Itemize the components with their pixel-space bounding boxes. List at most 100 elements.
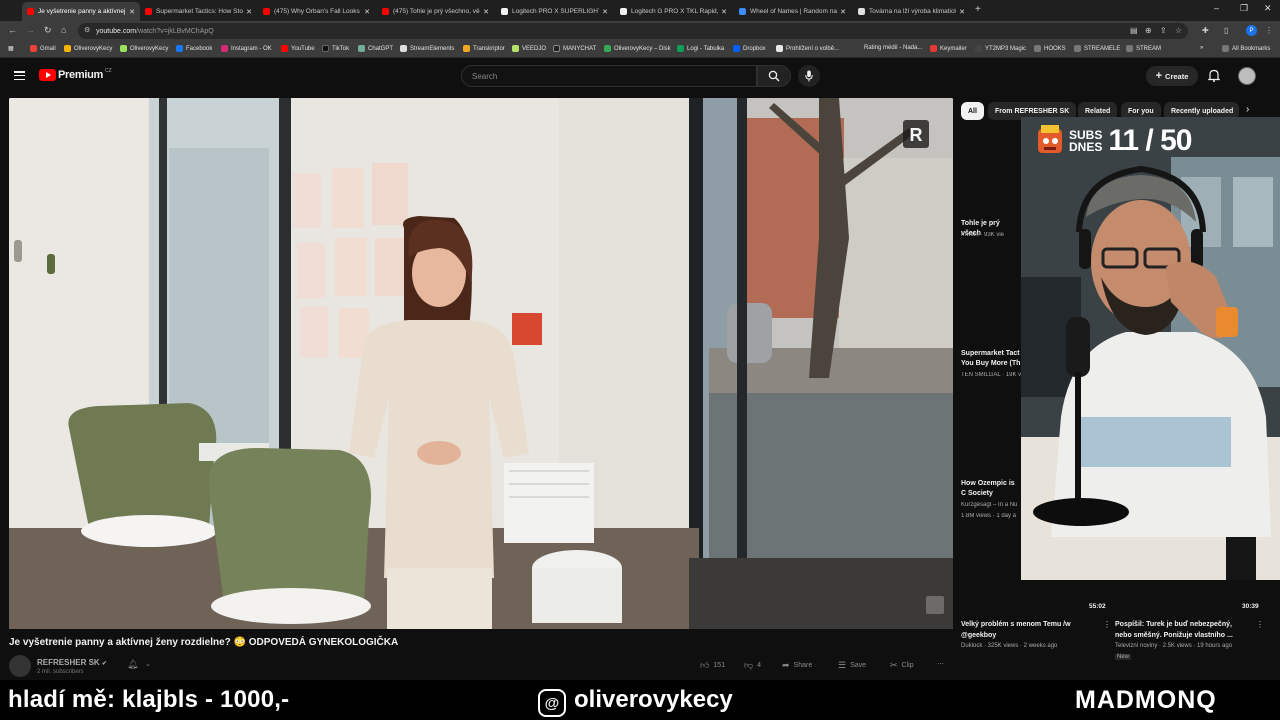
subs-counter: SUBS DNES 11 / 50: [1034, 124, 1192, 158]
bookmark-item[interactable]: Gmail: [30, 45, 56, 52]
bookmark-label: Facebook: [186, 45, 213, 52]
dislike-button[interactable]: 👎︎ 4: [744, 660, 761, 671]
profile-avatar[interactable]: P: [1246, 25, 1257, 36]
bookmark-star-icon[interactable]: ☆: [1175, 26, 1182, 35]
close-window-icon[interactable]: ✕: [1264, 3, 1272, 14]
chevron-down-icon[interactable]: ⌄: [145, 660, 151, 668]
apps-icon[interactable]: ▦: [8, 45, 14, 52]
chip-all[interactable]: All: [961, 102, 984, 120]
close-tab-icon[interactable]: ✕: [840, 8, 846, 16]
bookmark-item[interactable]: OliverovyKecy: [120, 45, 168, 52]
minimize-icon[interactable]: –: [1214, 3, 1219, 13]
browser-tab[interactable]: Logitech PRO X SUPERLIGHT 2 ✕: [496, 2, 613, 21]
extension-icon[interactable]: ▤: [1130, 26, 1138, 35]
browser-tab[interactable]: Supermarket Tactics: How Store ✕: [140, 2, 257, 21]
tab-title: Továrna na lží výroba klimatick: [869, 8, 957, 15]
home-icon[interactable]: ⌂: [61, 25, 66, 35]
folder-icon: [1034, 45, 1041, 52]
bookmark-item[interactable]: OliverovyKecy – Disk: [604, 45, 671, 52]
bookmark-label: STREAM: [1136, 45, 1162, 52]
youtube-favicon-icon: [145, 8, 152, 15]
related-video-title[interactable]: Velký problém s menom Temu /w @geekboy: [961, 619, 1099, 641]
new-tab-icon[interactable]: +: [975, 4, 981, 15]
related-video-title[interactable]: Supermarket Tact You Buy More (Th: [961, 349, 1021, 369]
video-player[interactable]: R: [9, 98, 953, 629]
clip-button[interactable]: ✂ Clip: [890, 660, 914, 671]
channel-avatar[interactable]: [9, 655, 31, 677]
chevron-right-icon[interactable]: ›: [1246, 104, 1249, 115]
thumbs-up-icon: 👍︎: [700, 660, 710, 670]
bookmark-item[interactable]: Dropbox: [733, 45, 766, 52]
more-actions-icon[interactable]: ⋯: [937, 660, 944, 668]
forward-icon[interactable]: →: [26, 25, 35, 35]
back-icon[interactable]: ←: [8, 25, 17, 35]
sheets-icon: [677, 45, 684, 52]
bookmark-item[interactable]: HOOKS: [1034, 45, 1066, 52]
bookmark-item[interactable]: Transkriptor: [463, 45, 505, 52]
bookmark-item[interactable]: YT2MP3 Magic: [975, 45, 1026, 52]
create-button[interactable]: + Create: [1146, 66, 1198, 86]
share-page-icon[interactable]: ⇪: [1160, 26, 1167, 35]
bookmark-item[interactable]: MANYCHAT: [553, 45, 596, 52]
close-tab-icon[interactable]: ✕: [364, 8, 370, 16]
extensions-puzzle-icon[interactable]: ✚: [1202, 26, 1209, 35]
browser-tab[interactable]: Logitech G PRO X TKL Rapid, b ✕: [615, 2, 732, 21]
related-video-title[interactable]: How Ozempic is C Society: [961, 479, 1021, 499]
more-bookmarks-icon[interactable]: »: [1200, 45, 1203, 51]
channel-name-text: REFRESHER SK: [37, 658, 100, 667]
bookmark-item[interactable]: Facebook: [176, 45, 212, 52]
youtube-logo[interactable]: Premium CZ: [39, 68, 112, 81]
like-button[interactable]: 👍︎ 151: [700, 660, 725, 671]
close-tab-icon[interactable]: ✕: [246, 8, 252, 16]
browser-menu-icon[interactable]: ⋮: [1265, 26, 1273, 35]
browser-tab[interactable]: Je vyšetrenie panny a aktívnej ž ✕: [22, 2, 140, 21]
more-options-icon[interactable]: ⋮: [1256, 620, 1264, 629]
bookmark-item[interactable]: STREAMELE: [1074, 45, 1120, 52]
bookmark-item[interactable]: VEEDJO: [512, 45, 546, 52]
bookmark-item[interactable]: ChatGPT: [358, 45, 393, 52]
bookmark-item[interactable]: Prohlížení o volbě...: [776, 45, 839, 52]
bookmark-item[interactable]: OliverovyKecy: [64, 45, 112, 52]
url-field[interactable]: ⚙ youtube.com/watch?v=jkLBvMChApQ: [78, 23, 1188, 39]
profile-initial: P: [1249, 27, 1254, 34]
browser-tab[interactable]: (475) Tohle je prý všechno, věd ✕: [377, 2, 494, 21]
search-button[interactable]: [757, 65, 791, 87]
bookmark-item[interactable]: TikTok: [322, 45, 349, 52]
bookmark-item[interactable]: Logi - Tabulka: [677, 45, 724, 52]
browser-tab[interactable]: Wheel of Names | Random nam ✕: [734, 2, 851, 21]
browser-tab[interactable]: Továrna na lží výroba klimatick ✕: [853, 2, 970, 21]
dislike-count: 4: [757, 662, 762, 669]
close-tab-icon[interactable]: ✕: [483, 8, 489, 16]
reload-icon[interactable]: ↻: [44, 25, 52, 36]
maximize-icon[interactable]: ❐: [1240, 3, 1248, 14]
notifications-bell-icon[interactable]: [1208, 69, 1220, 82]
sidebar-icon[interactable]: ▯: [1224, 26, 1228, 35]
search-input[interactable]: Search: [461, 65, 757, 87]
close-tab-icon[interactable]: ✕: [129, 8, 135, 16]
site-info-icon[interactable]: ⚙: [84, 26, 90, 34]
zoom-icon[interactable]: ⊕: [1145, 26, 1152, 35]
notification-bell-icon[interactable]: 🔔︎: [127, 659, 138, 670]
bookmark-item[interactable]: Instagram - OK: [221, 45, 272, 52]
hamburger-menu-icon[interactable]: [14, 71, 25, 81]
bookmark-item[interactable]: StreamElements: [400, 45, 454, 52]
close-tab-icon[interactable]: ✕: [721, 8, 727, 16]
channel-name[interactable]: REFRESHER SK ✔: [37, 658, 107, 667]
close-tab-icon[interactable]: ✕: [959, 8, 965, 16]
save-button[interactable]: ☰ Save: [838, 660, 866, 671]
bookmark-item[interactable]: YouTube: [281, 45, 315, 52]
more-options-icon[interactable]: ⋮: [1103, 620, 1111, 629]
k-icon: [120, 45, 127, 52]
bookmark-item[interactable]: Rating médií - Nada...: [864, 45, 922, 51]
bookmark-item[interactable]: STREAM: [1126, 45, 1161, 52]
account-avatar[interactable]: [1238, 67, 1256, 85]
related-video-title[interactable]: Pospíšil: Turek je buď nebezpečný, nebo …: [1115, 619, 1250, 641]
verified-icon: ✔: [101, 661, 107, 667]
voice-search-button[interactable]: [798, 65, 820, 87]
browser-tab[interactable]: (475) Why Orban's Fall Looks In ✕: [258, 2, 375, 21]
gmail-icon: [30, 45, 37, 52]
close-tab-icon[interactable]: ✕: [602, 8, 608, 16]
all-bookmarks[interactable]: All Bookmarks: [1222, 45, 1270, 52]
bookmark-item[interactable]: Keymailer: [930, 45, 967, 52]
share-button[interactable]: ➦ Share: [782, 660, 812, 671]
